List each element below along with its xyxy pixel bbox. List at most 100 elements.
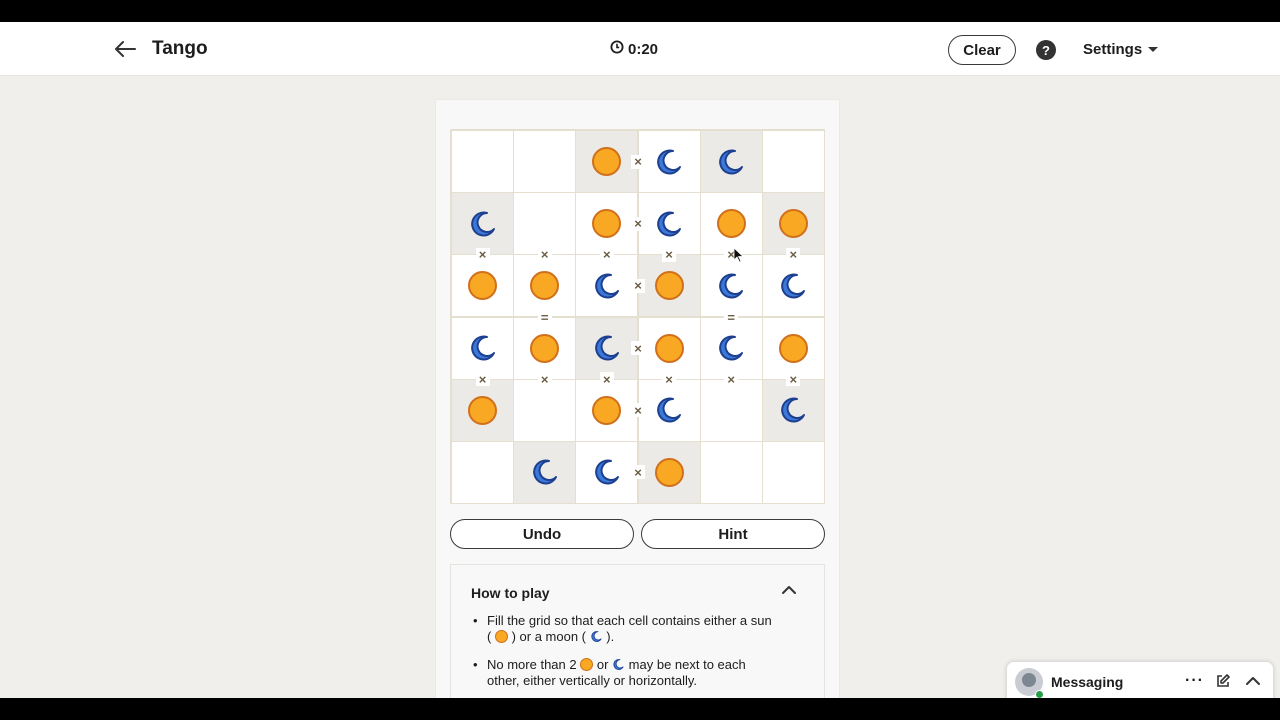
- mouse-cursor-icon: [733, 247, 745, 263]
- grid-cell-r5-c2[interactable]: [514, 379, 576, 441]
- sun-icon: [654, 271, 684, 301]
- grid-cell-r2-c6: [762, 193, 824, 255]
- more-options-icon[interactable]: ···: [1185, 672, 1204, 690]
- grid-cell-r1-c2[interactable]: [514, 131, 576, 192]
- timer-value: 0:20: [628, 40, 659, 58]
- sun-icon: [716, 209, 746, 239]
- opposite-constraint: ×: [786, 247, 801, 262]
- grid-cell-r1-c6[interactable]: [762, 131, 824, 192]
- clock-icon: [610, 40, 624, 58]
- how-to-play-heading: How to play: [471, 585, 550, 601]
- moon-icon: [716, 147, 746, 177]
- grid-cell-r4-c4[interactable]: [638, 317, 700, 379]
- how-to-play-section: How to play • Fill the grid so that each…: [450, 564, 825, 698]
- grid-cell-r3-c5[interactable]: [700, 255, 762, 317]
- opposite-constraint: ×: [599, 247, 614, 262]
- moon-icon: [654, 147, 684, 177]
- grid-cell-r4-c5[interactable]: [700, 317, 762, 379]
- undo-button[interactable]: Undo: [450, 519, 634, 549]
- opposite-constraint: ×: [786, 372, 801, 387]
- grid-cell-r5-c6: [762, 379, 824, 441]
- moon-icon: [468, 209, 498, 239]
- moon-icon: [468, 333, 498, 363]
- online-status-icon: [1035, 690, 1044, 698]
- grid-cell-r1-c5: [700, 131, 762, 192]
- grid-cell-r1-c1[interactable]: [452, 131, 513, 192]
- sun-icon: [778, 209, 808, 239]
- grid-cell-r4-c1[interactable]: [452, 317, 513, 379]
- settings-menu[interactable]: Settings: [1083, 41, 1159, 58]
- game-window: Tango 0:20 Clear ? Settings × × × × × × × × × = = ×…: [0, 22, 1280, 698]
- sun-icon: [592, 209, 622, 239]
- grid-cell-r3-c2[interactable]: [514, 255, 576, 317]
- moon-icon: [613, 659, 624, 670]
- opposite-constraint: ×: [631, 465, 645, 480]
- moon-icon: [654, 395, 684, 425]
- grid-cell-r5-c3[interactable]: [576, 379, 638, 441]
- grid-cell-r4-c6[interactable]: [762, 317, 824, 379]
- back-arrow-icon[interactable]: [112, 36, 138, 62]
- grid-cell-r6-c5[interactable]: [700, 441, 762, 503]
- moon-icon: [654, 209, 684, 239]
- chevron-up-icon[interactable]: [1245, 674, 1261, 688]
- sun-icon: [494, 630, 508, 643]
- top-bar: Tango 0:20 Clear ? Settings: [0, 22, 1280, 76]
- grid-cell-r2-c4[interactable]: [638, 193, 700, 255]
- grid-cell-r3-c4: [638, 255, 700, 317]
- chevron-up-icon[interactable]: [781, 583, 799, 597]
- grid-cell-r3-c6[interactable]: [762, 255, 824, 317]
- rule-1-text: Fill the grid so that each cell contains…: [487, 613, 772, 628]
- opposite-constraint: ×: [631, 403, 645, 418]
- grid-cell-r5-c1: [452, 379, 513, 441]
- grid-cell-r6-c1[interactable]: [452, 441, 513, 503]
- grid-cell-r4-c2[interactable]: [514, 317, 576, 379]
- rule-1: • Fill the grid so that each cell contai…: [473, 613, 772, 644]
- compose-icon[interactable]: [1215, 673, 1231, 689]
- grid-cell-r6-c4: [638, 441, 700, 503]
- sun-icon: [530, 271, 560, 301]
- equal-constraint: =: [724, 310, 739, 324]
- sun-icon: [654, 457, 684, 487]
- equal-constraint: =: [537, 310, 552, 324]
- sun-icon: [778, 333, 808, 363]
- timer: 0:20: [610, 40, 658, 58]
- grid-cell-r1-c4[interactable]: [638, 131, 700, 192]
- grid-cell-r5-c5[interactable]: [700, 379, 762, 441]
- settings-label: Settings: [1083, 41, 1143, 58]
- grid-cell-r6-c6[interactable]: [762, 441, 824, 503]
- grid-cell-r2-c3[interactable]: [576, 193, 638, 255]
- moon-icon: [592, 457, 622, 487]
- opposite-constraint: ×: [631, 278, 645, 293]
- sun-icon: [580, 658, 594, 671]
- moon-icon: [592, 333, 622, 363]
- opposite-constraint: ×: [475, 247, 490, 262]
- opposite-constraint: ×: [631, 341, 645, 355]
- messaging-bar[interactable]: Messaging ···: [1006, 661, 1274, 698]
- game-title: Tango: [152, 38, 208, 59]
- grid-cell-r5-c4[interactable]: [638, 379, 700, 441]
- grid-cell-r3-c3[interactable]: [576, 255, 638, 317]
- sun-icon: [468, 271, 497, 301]
- moon-icon: [778, 271, 808, 301]
- grid-cell-r2-c1: [452, 193, 513, 255]
- clear-button[interactable]: Clear: [948, 35, 1016, 65]
- help-icon[interactable]: ?: [1036, 40, 1056, 60]
- sun-icon: [530, 333, 560, 363]
- sun-icon: [592, 395, 622, 425]
- tango-grid: × × × × × × × × × = = × × × × × × × × ×: [450, 129, 825, 504]
- grid-cell-r2-c5[interactable]: [700, 193, 762, 255]
- opposite-constraint: ×: [631, 216, 645, 231]
- moon-icon: [716, 271, 746, 301]
- hint-button[interactable]: Hint: [641, 519, 825, 549]
- opposite-constraint: ×: [724, 372, 739, 387]
- grid-cell-r3-c1[interactable]: [452, 255, 513, 317]
- moon-icon: [716, 333, 746, 363]
- opposite-constraint: ×: [537, 372, 552, 387]
- chevron-down-icon: [1148, 47, 1159, 52]
- rule-2-text: No more than 2: [487, 657, 577, 672]
- grid-cell-r2-c2[interactable]: [514, 193, 576, 255]
- messaging-label: Messaging: [1051, 674, 1124, 690]
- sun-icon: [592, 147, 622, 176]
- opposite-constraint: ×: [662, 247, 676, 262]
- grid-cell-r6-c3[interactable]: [576, 441, 638, 503]
